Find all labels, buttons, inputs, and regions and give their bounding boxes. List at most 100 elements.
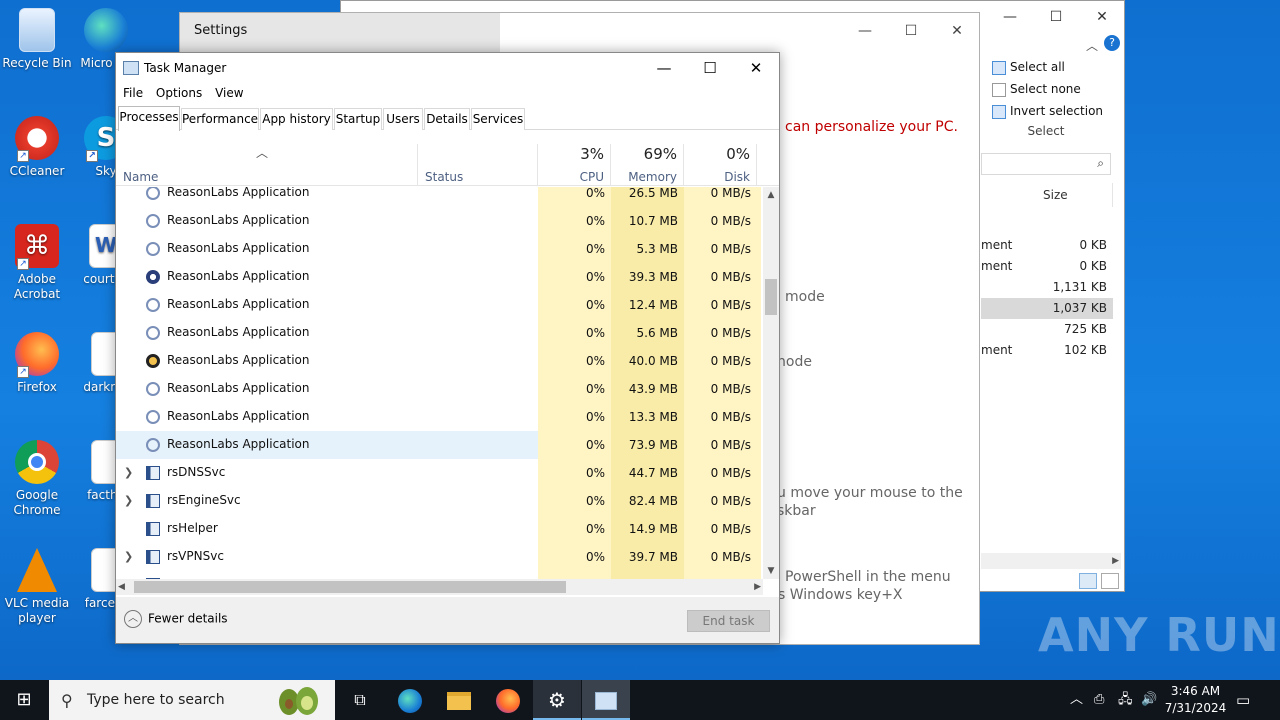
menu-view[interactable]: View [208,83,243,100]
desktop-icon-acrobat[interactable]: ⌘ ↗ Adobe Acrobat [0,224,74,302]
tab-users[interactable]: Users [383,108,423,130]
process-row[interactable]: ❯rsWSC0%0.0 MB0 MB/s [116,571,761,579]
memory-column-header[interactable]: 69% Memory [611,144,684,186]
select-none-button[interactable]: Select none [986,78,1106,100]
process-row[interactable]: ReasonLabs Application 0% 13.3 MB 0 MB/s [116,403,761,431]
watermark-logo: ANY RUN [1038,608,1280,662]
tab-startup[interactable]: Startup [334,108,382,130]
details-view-icon[interactable] [1079,573,1097,589]
tray-network-icon[interactable]: 🖧 [1118,680,1138,720]
tab-services[interactable]: Services [471,108,525,130]
taskbar-firefox[interactable] [484,680,532,720]
process-row[interactable]: ReasonLabs Application 0% 43.9 MB 0 MB/s [116,375,761,403]
file-row[interactable]: 1,037 KB [981,298,1113,319]
scroll-right-icon[interactable]: ▶ [1112,553,1119,569]
maximize-icon[interactable]: ☐ [687,53,733,83]
start-button[interactable]: ⊞ [0,680,48,720]
collapse-ribbon-icon[interactable]: ︿ [1086,37,1098,54]
taskbar-task-manager[interactable] [582,680,630,720]
process-list-vertical-scrollbar[interactable]: ▲ ▼ [763,187,779,579]
scroll-up-icon[interactable]: ▲ [763,187,779,203]
scroll-right-icon[interactable]: ▶ [754,579,761,595]
end-task-button[interactable]: End task [687,610,770,632]
large-icons-view-icon[interactable] [1101,573,1119,589]
desktop-icon-chrome[interactable]: Google Chrome [0,440,74,518]
task-view-button[interactable]: ⧉ [336,680,384,720]
cpu-column-header[interactable]: 3% CPU [538,144,611,186]
close-icon[interactable]: ✕ [934,19,980,43]
desktop-icon-recycle-bin[interactable]: Recycle Bin [0,8,74,71]
process-row[interactable]: ReasonLabs Application 0% 10.7 MB 0 MB/s [116,207,761,235]
tab-details[interactable]: Details [424,108,470,130]
process-name: ReasonLabs Application [167,353,310,367]
expand-chevron-icon[interactable]: ❯ [124,550,133,563]
fewer-details-button[interactable]: ︿ Fewer details [124,610,228,628]
process-row[interactable]: ReasonLabs Application 0% 73.9 MB 0 MB/s [116,431,761,459]
scrollbar-thumb[interactable] [134,581,566,593]
help-icon[interactable]: ? [1104,35,1120,51]
close-icon[interactable]: ✕ [733,53,779,83]
scrollbar-thumb[interactable] [765,279,777,315]
taskbar-settings[interactable]: ⚙ [533,680,581,720]
process-row[interactable]: ReasonLabs Application 0% 5.6 MB 0 MB/s [116,319,761,347]
disk-column-header[interactable]: 0% Disk [684,144,757,186]
process-memory: 44.7 MB [611,459,684,487]
process-row[interactable]: ❯ rsVPNSvc 0% 39.7 MB 0 MB/s [116,543,761,571]
invert-selection-button[interactable]: Invert selection [986,100,1106,122]
settings-option-text: mode [785,289,825,305]
tab-performance[interactable]: Performance [181,108,259,130]
action-center-button[interactable]: ▭ [1236,680,1260,720]
taskbar-clock[interactable]: 3:46 AM 7/31/2024 [1163,683,1228,717]
process-memory: 5.6 MB [611,319,684,347]
desktop-icon-ccleaner[interactable]: ↗ CCleaner [0,116,74,179]
tray-volume-icon[interactable]: 🔊 [1141,680,1161,720]
tray-device-icon[interactable]: ⎙ [1094,680,1114,720]
status-column-header[interactable]: Status [418,144,538,186]
process-row[interactable]: ReasonLabs Application 0% 39.3 MB 0 MB/s [116,263,761,291]
file-row[interactable]: 1,131 KB [981,277,1113,298]
scroll-down-icon[interactable]: ▼ [763,563,779,579]
file-row[interactable]: ment 102 KB [981,340,1113,361]
taskbar-file-explorer[interactable] [435,680,483,720]
explorer-horizontal-scrollbar[interactable]: ▶ [981,553,1121,569]
process-cpu: 0% [538,543,611,571]
explorer-search-input[interactable]: ⌕ [981,153,1111,175]
minimize-icon[interactable]: — [641,53,687,83]
process-list-horizontal-scrollbar[interactable]: ◀ ▶ [116,579,763,595]
name-column-header[interactable]: Name [116,144,418,186]
task-manager-titlebar[interactable]: Task Manager — ☐ ✕ [116,53,779,83]
scroll-left-icon[interactable]: ◀ [118,579,125,595]
file-row[interactable]: ment 0 KB [981,235,1113,256]
desktop-icon-firefox[interactable]: ↗ Firefox [0,332,74,395]
expand-chevron-icon[interactable]: ❯ [124,494,133,507]
process-row[interactable]: ReasonLabs Application 0% 26.5 MB 0 MB/s [116,187,761,207]
process-row[interactable]: rsHelper 0% 14.9 MB 0 MB/s [116,515,761,543]
maximize-icon[interactable]: ☐ [1033,5,1079,29]
process-disk: 0 MB/s [684,319,757,347]
process-row[interactable]: ReasonLabs Application 0% 12.4 MB 0 MB/s [116,291,761,319]
minimize-icon[interactable]: — [987,5,1033,29]
process-name: ReasonLabs Application [167,187,310,199]
process-row[interactable]: ReasonLabs Application 0% 40.0 MB 0 MB/s [116,347,761,375]
taskbar-edge[interactable] [386,680,434,720]
tab-app-history[interactable]: App history [260,108,333,130]
minimize-icon[interactable]: — [842,19,888,43]
process-row[interactable]: ReasonLabs Application 0% 5.3 MB 0 MB/s [116,235,761,263]
expand-chevron-icon[interactable]: ❯ [124,466,133,479]
desktop-icon-label: Adobe Acrobat [13,272,61,301]
size-column-header[interactable]: Size [981,183,1113,207]
menu-options[interactable]: Options [149,83,202,100]
maximize-icon[interactable]: ☐ [888,19,934,43]
process-row[interactable]: ❯ rsEngineSvc 0% 82.4 MB 0 MB/s [116,487,761,515]
select-all-button[interactable]: Select all [986,56,1106,78]
file-row[interactable]: 725 KB [981,319,1113,340]
globe-icon [146,270,160,284]
show-hidden-icons-button[interactable]: ︿ [1070,680,1088,720]
process-row[interactable]: ❯ rsDNSSvc 0% 44.7 MB 0 MB/s [116,459,761,487]
tab-processes[interactable]: Processes [118,106,180,131]
file-row[interactable]: ment 0 KB [981,256,1113,277]
menu-file[interactable]: File [116,83,143,100]
desktop-icon-vlc[interactable]: VLC media player [0,548,74,626]
taskbar-search-box[interactable]: ⚲ Type here to search [49,680,335,720]
close-icon[interactable]: ✕ [1079,5,1125,29]
